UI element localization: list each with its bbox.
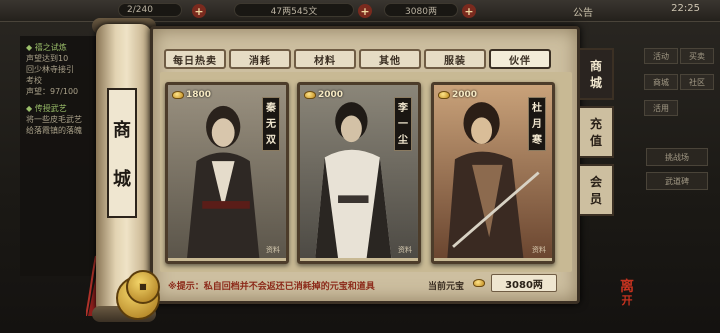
balance-value: 3080两 <box>491 274 557 292</box>
trade-button[interactable]: 买卖 <box>680 48 714 64</box>
side-tab-mall-char-2: 城 <box>589 76 602 90</box>
tab-costumes[interactable]: 服装 <box>424 49 486 69</box>
mall-button[interactable]: 商城 <box>644 74 678 90</box>
side-tab-mall[interactable]: 商 城 <box>580 48 614 100</box>
ingot-icon <box>438 91 450 99</box>
leave-char-2: 开 <box>621 294 633 307</box>
right-menu: 活动 买卖 商城 社区 活用 挑战场 武道碑 <box>640 40 714 270</box>
notice-button[interactable]: 公告 <box>573 4 593 19</box>
gold-value: 3080两 <box>405 6 437 17</box>
card-1-info-link[interactable]: 资料 <box>266 245 280 255</box>
shop-title-char-2: 城 <box>113 168 131 190</box>
stamina-value: 2/240 <box>127 5 153 15</box>
shop-category-tabs: 每日热卖 消耗 材料 其他 服装 伙伴 <box>164 49 551 69</box>
quest-line: 回少林寺接引 <box>26 65 74 74</box>
side-tab-mall-char-1: 商 <box>589 59 602 73</box>
tab-companions[interactable]: 伙伴 <box>489 49 551 69</box>
card-3-name-char-2: 月 <box>532 118 542 130</box>
card-3-price-value: 2000 <box>452 90 478 100</box>
tab-other[interactable]: 其他 <box>359 49 421 69</box>
silver-value: 47两545文 <box>270 6 318 17</box>
tab-daily-hot[interactable]: 每日热卖 <box>164 49 226 69</box>
card-1-price-value: 1800 <box>186 90 212 100</box>
card-3-name-tag: 杜 月 寒 <box>528 97 546 151</box>
leave-button[interactable]: 离 开 <box>612 280 642 310</box>
side-tab-membership-char-2: 员 <box>589 192 602 206</box>
coin-icon <box>126 270 160 304</box>
card-1-name-char-2: 无 <box>266 118 276 130</box>
side-tab-recharge-char-1: 充 <box>589 117 602 131</box>
side-tab-membership-char-1: 会 <box>589 175 602 189</box>
card-3-name-char-1: 杜 <box>532 102 542 114</box>
add-stamina-button[interactable]: + <box>192 4 206 18</box>
side-tab-recharge[interactable]: 充 值 <box>580 106 614 158</box>
card-3-price: 2000 <box>438 90 477 100</box>
activity-button[interactable]: 活动 <box>644 48 678 64</box>
companion-card-1[interactable]: 1800 秦 无 双 资料 <box>165 82 289 264</box>
ingot-icon <box>304 91 316 99</box>
ingot-icon <box>473 279 485 287</box>
add-gold-button[interactable]: + <box>462 4 476 18</box>
card-1-name-char-1: 秦 <box>266 102 276 114</box>
card-2-price-value: 2000 <box>318 90 344 100</box>
add-silver-button[interactable]: + <box>358 4 372 18</box>
clock: 22:25 <box>671 3 700 14</box>
silver-display: 47两545文 <box>234 3 354 17</box>
card-2-name-tag: 李 一 尘 <box>394 97 412 151</box>
card-1-price: 1800 <box>172 90 211 100</box>
community-button[interactable]: 社区 <box>680 74 714 90</box>
shop-title-plaque: 商 城 <box>107 88 137 218</box>
card-3-info-link[interactable]: 资料 <box>532 245 546 255</box>
coin-stack-icon <box>112 268 166 324</box>
shop-tip-text: ※提示：私自回档并不会返还已消耗掉的元宝和道具 <box>168 282 375 292</box>
quest-line: 声望：97/100 <box>26 87 79 96</box>
card-2-price: 2000 <box>304 90 343 100</box>
tab-consumables[interactable]: 消耗 <box>229 49 291 69</box>
arena-button[interactable]: 挑战场 <box>646 148 708 166</box>
card-1-name-tag: 秦 无 双 <box>262 97 280 151</box>
quest-line: 给落霞镇的落魄 <box>26 126 82 135</box>
use-button[interactable]: 活用 <box>644 100 678 116</box>
quest-line: 考校 <box>26 76 42 85</box>
quest-title[interactable]: ◆ 传授武艺 <box>20 103 104 114</box>
gold-display: 3080两 <box>384 3 458 17</box>
leave-char-1: 离 <box>620 279 634 295</box>
card-2-name-char-3: 尘 <box>398 134 408 146</box>
quest-line: 将一些皮毛武艺 <box>26 115 82 124</box>
card-2-info-link[interactable]: 资料 <box>398 245 412 255</box>
card-3-name-char-3: 寒 <box>532 134 542 146</box>
martial-stele-button[interactable]: 武道碑 <box>646 172 708 190</box>
side-tab-recharge-char-2: 值 <box>589 134 602 148</box>
stamina-display: 2/240 <box>118 3 182 17</box>
tab-materials[interactable]: 材料 <box>294 49 356 69</box>
card-1-name-char-3: 双 <box>266 134 276 146</box>
side-tab-membership[interactable]: 会 员 <box>580 164 614 216</box>
shop-title-char-1: 商 <box>113 119 131 141</box>
card-2-name-char-1: 李 <box>398 102 408 114</box>
companion-card-3[interactable]: 2000 杜 月 寒 资料 <box>431 82 555 264</box>
balance-label: 当前元宝 <box>428 282 465 292</box>
quest-line: 声望达到10 <box>26 54 69 63</box>
card-2-name-char-2: 一 <box>398 118 408 130</box>
ingot-icon <box>172 91 184 99</box>
companion-card-2[interactable]: 2000 李 一 尘 资料 <box>297 82 421 264</box>
quest-title[interactable]: ◆ 禧之试炼 <box>20 42 104 53</box>
